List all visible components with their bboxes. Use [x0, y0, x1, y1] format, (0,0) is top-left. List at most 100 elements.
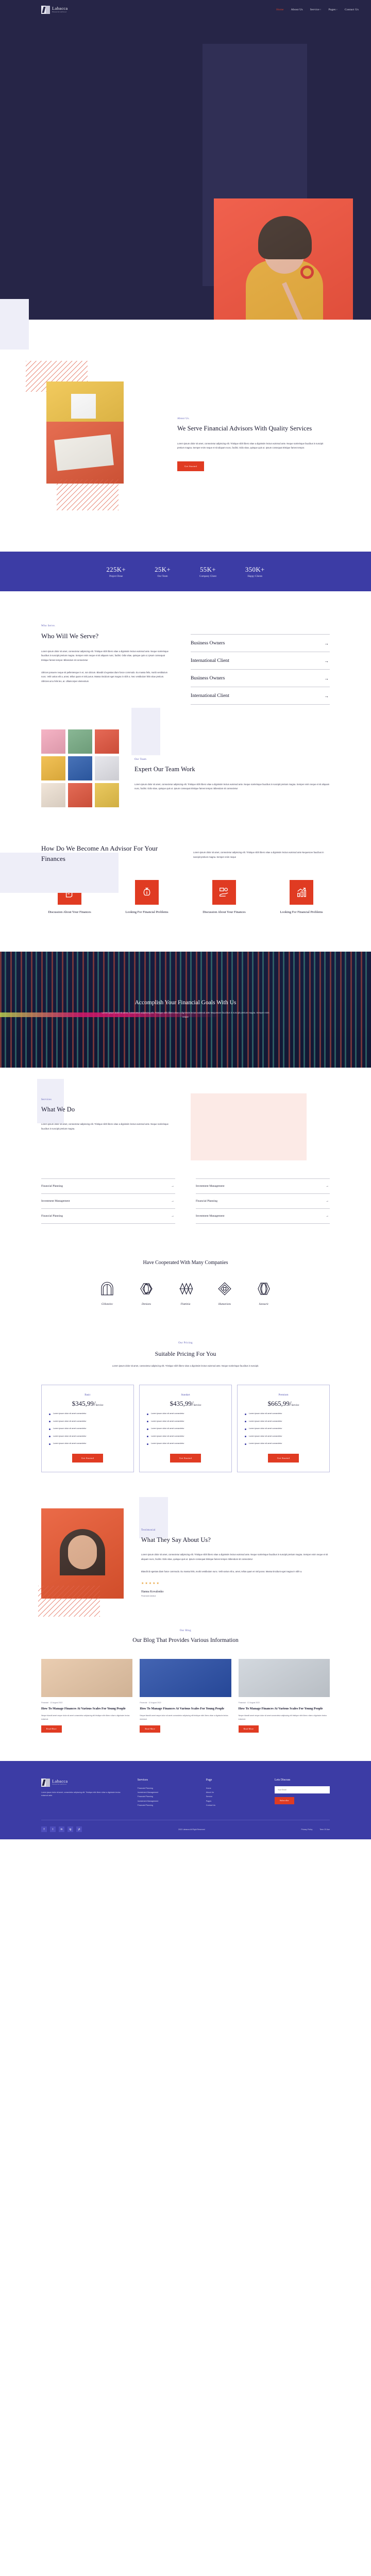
facebook-icon[interactable]: f: [41, 1826, 47, 1833]
youtube-icon[interactable]: yt: [76, 1826, 82, 1833]
pricing-feature: Lorem ipsum dolor sit amet consectetur: [245, 1427, 322, 1431]
company-logo-item: Fluttinia: [177, 1280, 194, 1306]
arrow-right-icon: →: [326, 1214, 329, 1218]
about-photo-main: [46, 422, 124, 484]
advisor-step-label: Looking For Financial Problems: [125, 910, 168, 915]
footer-link[interactable]: Financial Planning: [138, 1786, 193, 1790]
footer-brand-name: Labacca: [52, 1778, 68, 1784]
testimonial-section: Testimonial What They Say About Us? Lore…: [0, 1497, 371, 1624]
double-hexagon-logo-icon: [258, 1283, 270, 1295]
testimonial-eyebrow: Testimonial: [141, 1528, 156, 1532]
stock-chart-background: [0, 951, 371, 1068]
testimonial-photo-wrap: [38, 1508, 124, 1617]
advisor-text: Lorem ipsum dolor sit amet, consectetur …: [193, 843, 330, 863]
service-row[interactable]: Investment Management →: [196, 1178, 330, 1193]
stats-band: 225K+ Project Done 25K+ Our Team 55K+ Co…: [0, 552, 371, 592]
privacy-policy-link[interactable]: Privacy Policy: [301, 1829, 313, 1831]
advisor-heading-wrap: How Do We Become An Advisor For Your Fin…: [0, 843, 173, 893]
pricing-cta-button[interactable]: Get Started: [170, 1453, 201, 1462]
serve-list-item[interactable]: Business Owners →: [191, 634, 330, 652]
service-row[interactable]: Financial Planning →: [41, 1208, 175, 1224]
bullet-icon: [147, 1436, 148, 1438]
footer-link[interactable]: About Us: [206, 1790, 261, 1794]
footer-link[interactable]: Service: [206, 1794, 261, 1799]
serve-list-item[interactable]: International Client →: [191, 687, 330, 705]
advisor-step[interactable]: Looking For Financial Problems: [119, 880, 175, 916]
services-image: [191, 1093, 307, 1160]
cta-banner-section: Accomplish Your Financial Goals With Us …: [0, 951, 371, 1068]
blog-read-more-button[interactable]: Read More: [140, 1725, 161, 1733]
nav-item-pages[interactable]: Pages˅: [328, 8, 338, 11]
newsletter-email-input[interactable]: [274, 1786, 330, 1793]
company-name: Sansuric: [259, 1302, 269, 1306]
about-cta-button[interactable]: Get Started: [177, 461, 205, 472]
advisor-step-label: Discussion About Your Finances: [48, 910, 91, 915]
service-row[interactable]: Financial Planning →: [41, 1178, 175, 1193]
team-photo-grid: [41, 729, 119, 808]
pricing-tier: Premium: [278, 1393, 289, 1397]
footer-page-heading: Page: [206, 1778, 212, 1782]
blog-eyebrow: Our Blog: [180, 1629, 191, 1632]
testimonial-title: What They Say About Us?: [141, 1536, 211, 1543]
bullet-icon: [147, 1413, 148, 1415]
terms-of-use-link[interactable]: Term Of Use: [319, 1829, 330, 1831]
blog-post-card[interactable]: Financial · 12 August 2022 How To Manage…: [238, 1658, 330, 1733]
companies-section: Have Cooperated With Many Companies Gill…: [0, 1255, 371, 1332]
twitter-icon[interactable]: t: [50, 1826, 56, 1833]
footer-link[interactable]: Pages: [206, 1799, 261, 1803]
bullet-icon: [147, 1443, 148, 1445]
about-text: About Us. We Serve Financial Advisors Wi…: [0, 299, 330, 472]
bullet-icon: [245, 1436, 246, 1438]
footer-link[interactable]: Financial Planning: [138, 1803, 193, 1807]
blog-read-more-button[interactable]: Read More: [41, 1725, 62, 1733]
blog-read-more-button[interactable]: Read More: [238, 1725, 259, 1733]
pricing-cta-button[interactable]: Get Started: [268, 1453, 299, 1462]
service-row[interactable]: Investment Management →: [196, 1208, 330, 1224]
arrow-right-icon: →: [171, 1199, 174, 1203]
brand-logo[interactable]: Labacca Financial Advisor: [41, 6, 68, 14]
pricing-cta-button[interactable]: Get Started: [72, 1453, 103, 1462]
blog-posts: Financial · 12 August 2022 How To Manage…: [41, 1658, 330, 1733]
blog-post-card[interactable]: Financial · 12 August 2022 How To Manage…: [140, 1658, 231, 1733]
blog-post-card[interactable]: Financial · 12 August 2022 How To Manage…: [41, 1658, 133, 1733]
blog-post-excerpt: Neque blandit amet neque dolor sit amet …: [140, 1715, 228, 1720]
growth-chart-icon: [290, 880, 313, 905]
footer-link[interactable]: Investment Management: [138, 1799, 193, 1803]
advisor-step[interactable]: Looking For Financial Problems: [273, 880, 330, 916]
footer-brand-logo[interactable]: Labacca Financial Advisor: [41, 1778, 124, 1787]
advisor-title: How Do We Become An Advisor For Your Fin…: [41, 844, 158, 862]
about-eyebrow: About Us.: [177, 418, 190, 420]
serve-list-item[interactable]: International Client →: [191, 652, 330, 669]
instagram-icon[interactable]: ig: [68, 1826, 73, 1833]
services-paragraph: Lorem ipsum dolor sit amet, consectetur …: [41, 1123, 168, 1130]
footer-services-list: Financial Planning Investment Management…: [138, 1786, 193, 1808]
arrow-right-icon: →: [171, 1214, 174, 1218]
nav-item-about-us[interactable]: About Us: [291, 8, 303, 11]
footer-link[interactable]: Home: [206, 1786, 261, 1790]
service-row[interactable]: Investment Management →: [41, 1193, 175, 1208]
nav-item-contact-us[interactable]: Contact Us: [345, 8, 359, 11]
bullet-icon: [245, 1443, 246, 1445]
banner-title: Accomplish Your Financial Goals With Us: [134, 1000, 237, 1006]
pricing-feature: Lorem ipsum dolor sit amet consectetur: [49, 1412, 126, 1416]
service-row-label: Financial Planning: [196, 1199, 218, 1203]
advisor-step-label: Looking For Financial Problems: [280, 910, 323, 915]
newsletter-subscribe-button[interactable]: Subscribe: [274, 1797, 294, 1804]
footer-link[interactable]: Financial Planning: [138, 1794, 193, 1799]
service-row-label: Investment Management: [196, 1214, 225, 1218]
nav-item-home[interactable]: Home: [276, 8, 283, 11]
serve-list-item[interactable]: Business Owners →: [191, 669, 330, 687]
nav-item-service[interactable]: Service˅: [310, 8, 322, 11]
company-name: Humarians: [218, 1302, 231, 1306]
service-row[interactable]: Financial Planning →: [196, 1193, 330, 1208]
brand-tagline: Financial Advisor: [52, 10, 67, 13]
footer-link[interactable]: Investment Management: [138, 1790, 193, 1794]
advisor-step-label: Discussion About Your Finances: [203, 910, 246, 915]
advisor-step[interactable]: Discussion About Your Finances: [196, 880, 252, 916]
linkedin-icon[interactable]: in: [59, 1826, 64, 1833]
service-row-label: Investment Management: [196, 1184, 225, 1188]
company-logo-item: Gillanzinc: [98, 1280, 116, 1306]
brand-name: Labacca: [52, 6, 68, 11]
footer-link[interactable]: Contact Us: [206, 1803, 261, 1807]
team-photo: [95, 729, 119, 754]
